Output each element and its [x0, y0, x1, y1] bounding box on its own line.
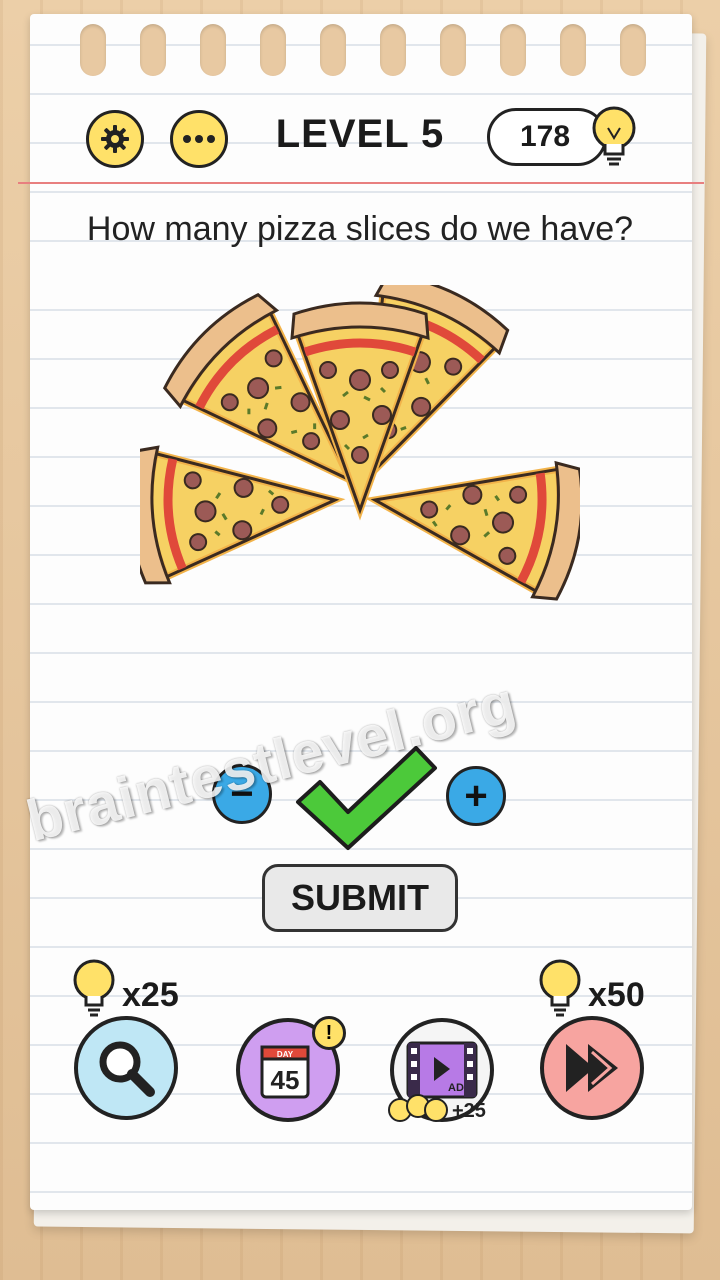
more-options-button[interactable] — [170, 110, 228, 168]
search-hint-button[interactable] — [74, 1016, 178, 1120]
daily-challenge-button[interactable]: DAY 45 ! — [236, 1016, 346, 1122]
ad-label: AD — [448, 1082, 464, 1094]
calendar-icon: DAY 45 — [260, 1045, 310, 1099]
magnifier-icon — [99, 1041, 155, 1097]
skip-level-button[interactable] — [540, 1016, 644, 1120]
submit-button[interactable]: SUBMIT — [262, 864, 458, 932]
calendar-notification-badge: ! — [312, 1016, 346, 1050]
question-text: How many pizza slices do we have? — [86, 210, 634, 248]
binder-holes — [80, 24, 680, 84]
watch-ad-button[interactable]: AD +25 — [388, 1018, 494, 1122]
calendar-month: DAY — [277, 1050, 294, 1059]
settings-button[interactable] — [86, 110, 144, 168]
header-divider — [18, 182, 704, 184]
pizza-slices-illustration — [140, 285, 580, 705]
search-cost: x25 — [122, 976, 179, 1014]
gear-icon — [101, 125, 129, 153]
ellipsis-icon — [183, 135, 215, 143]
level-title: LEVEL 5 — [275, 112, 445, 156]
lightbulbs-reward-icon — [388, 1094, 448, 1122]
increase-button[interactable]: + — [446, 766, 506, 826]
skip-cost: x50 — [588, 976, 645, 1014]
lightbulb-icon — [592, 106, 636, 166]
calendar-day: 45 — [271, 1065, 300, 1095]
plus-label: + — [464, 774, 488, 818]
hint-count: 178 — [520, 120, 571, 153]
lightbulb-icon — [73, 959, 115, 1017]
ad-reward: +25 — [452, 1100, 486, 1122]
fast-forward-icon — [566, 1044, 618, 1092]
lightbulb-icon — [539, 959, 581, 1017]
